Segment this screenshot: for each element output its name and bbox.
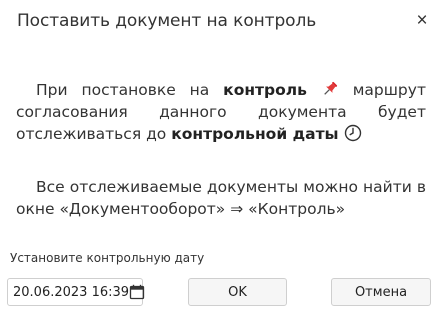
close-icon[interactable]: × (412, 11, 432, 31)
control-date-value[interactable]: 20.06.2023 16:39 (13, 285, 129, 300)
info-bold-control: контроль (223, 81, 307, 99)
info-bold-control-date: контрольной даты (171, 125, 339, 143)
pushpin-icon (321, 80, 339, 98)
info-paragraph-location: Все отслеживаемые документы можно найти … (16, 176, 426, 220)
info-location-text: Все отслеживаемые документы можно найти … (16, 178, 426, 218)
date-label: Установите контрольную дату (10, 251, 205, 265)
info-text-part1: При постановке на (36, 81, 224, 99)
ok-button[interactable]: OK (188, 278, 287, 306)
clock-icon (344, 124, 362, 142)
dialog-title: Поставить документ на контроль (17, 11, 317, 31)
info-paragraph-control: При постановке на контроль маршрут согла… (16, 79, 426, 145)
control-date-input[interactable]: 20.06.2023 16:39 (7, 278, 145, 306)
control-dialog: Поставить документ на контроль × При пос… (0, 0, 440, 315)
cancel-button[interactable]: Отмена (331, 278, 431, 306)
calendar-icon[interactable] (129, 284, 145, 300)
